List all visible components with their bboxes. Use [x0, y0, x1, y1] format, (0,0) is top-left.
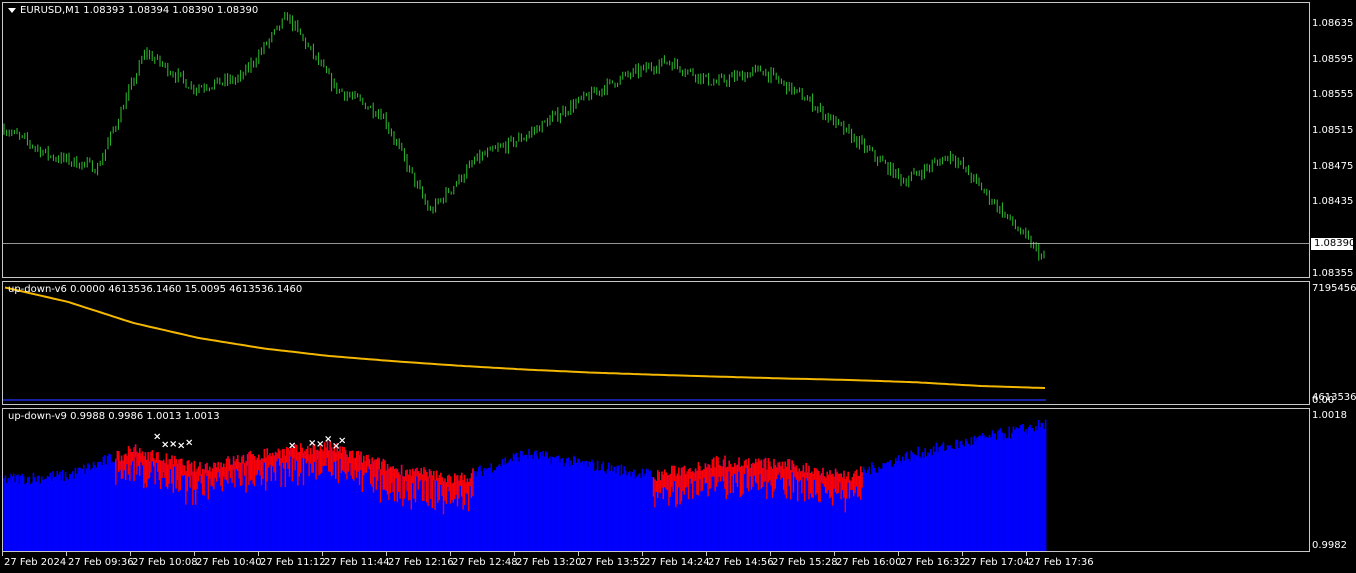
price-y-tick: 1.08435: [1312, 196, 1354, 208]
v9-marker: ×: [288, 441, 296, 452]
price-chart-pane[interactable]: EURUSD,M1 1.08393 1.08394 1.08390 1.0839…: [2, 2, 1310, 278]
price-y-tick: 1.08635: [1312, 18, 1354, 30]
x-tick-label: 27 Feb 12:48: [452, 557, 518, 568]
x-tick-label: 27 Feb 16:32: [900, 557, 966, 568]
x-tick-mark: [130, 552, 131, 556]
x-tick-mark: [962, 552, 963, 556]
indicator-v9-title: up-down-v9 0.9988 0.9986 1.0013 1.0013: [8, 411, 220, 422]
x-tick-mark: [66, 552, 67, 556]
v9-markers-group: ×× × × × × × × ×××: [153, 431, 346, 452]
candle-chart-svg: [3, 11, 1309, 261]
x-tick-label: 27 Feb 17:36: [1028, 557, 1094, 568]
x-tick-label: 27 Feb 15:28: [772, 557, 838, 568]
x-tick-label: 27 Feb 12:16: [388, 557, 454, 568]
indicator-v6-svg: [3, 286, 1046, 401]
indicator-v6-title: up-down-v6 0.0000 4613536.1460 15.0095 4…: [8, 284, 303, 295]
x-tick-label: 27 Feb 16:00: [836, 557, 902, 568]
price-y-tick: 1.08475: [1312, 160, 1354, 172]
price-y-tick: 1.08595: [1312, 53, 1354, 65]
x-tick-mark: [258, 552, 259, 556]
v6-y-tick: 71954560.: [1312, 283, 1356, 294]
v6-series-line: [4, 286, 1046, 389]
current-price-tag: 1.08390: [1311, 238, 1355, 250]
x-tick-label: 27 Feb 09:36: [68, 557, 134, 568]
x-tick-mark: [578, 552, 579, 556]
x-tick-label: 27 Feb 10:40: [196, 557, 262, 568]
x-tick-mark: [770, 552, 771, 556]
x-tick-mark: [450, 552, 451, 556]
x-tick-mark: [898, 552, 899, 556]
x-tick-label: 27 Feb 14:56: [708, 557, 774, 568]
price-y-tick: 1.08355: [1312, 267, 1354, 279]
x-tick-mark: [2, 552, 3, 556]
x-tick-label: 27 Feb 17:04: [964, 557, 1030, 568]
v9-y-tick: 1.0018: [1312, 410, 1347, 421]
indicator-v9-svg: ×× × × × × × × ×××: [3, 419, 1047, 551]
price-y-tick: 1.08515: [1312, 125, 1354, 137]
x-tick-mark: [1026, 552, 1027, 556]
indicator-v9-pane[interactable]: × × × × × × × × × × × up-down-v9 0.9988 0.9986 1.0…: [2, 408, 1310, 552]
v6-y-tick: 0.00: [1312, 395, 1335, 406]
v9-marker: ×: [185, 437, 193, 448]
x-tick-mark: [386, 552, 387, 556]
x-tick-mark: [706, 552, 707, 556]
x-tick-label: 27 Feb 11:12: [260, 557, 326, 568]
x-tick-label: 27 Feb 13:52: [580, 557, 646, 568]
price-y-tick: 1.08555: [1312, 89, 1354, 101]
v9-marker: ×: [338, 436, 346, 447]
candles-group: [3, 11, 1045, 261]
x-tick-label: 27 Feb 14:24: [644, 557, 710, 568]
x-tick-label: 27 Feb 2024: [4, 557, 67, 568]
price-chart-title: EURUSD,M1 1.08393 1.08394 1.08390 1.0839…: [8, 5, 258, 16]
x-tick-label: 27 Feb 10:08: [132, 557, 198, 568]
dropdown-triangle-icon[interactable]: [8, 7, 16, 13]
x-tick-mark: [322, 552, 323, 556]
x-tick-label: 27 Feb 13:20: [516, 557, 582, 568]
x-tick-mark: [834, 552, 835, 556]
v9-y-tick: 0.9982: [1312, 540, 1347, 551]
indicator-v6-pane[interactable]: up-down-v6 0.0000 4613536.1460 15.0095 4…: [2, 281, 1310, 405]
x-tick-mark: [642, 552, 643, 556]
x-tick-mark: [514, 552, 515, 556]
price-chart-title-text: EURUSD,M1 1.08393 1.08394 1.08390 1.0839…: [20, 5, 259, 16]
x-tick-label: 27 Feb 11:44: [324, 557, 390, 568]
x-tick-mark: [194, 552, 195, 556]
